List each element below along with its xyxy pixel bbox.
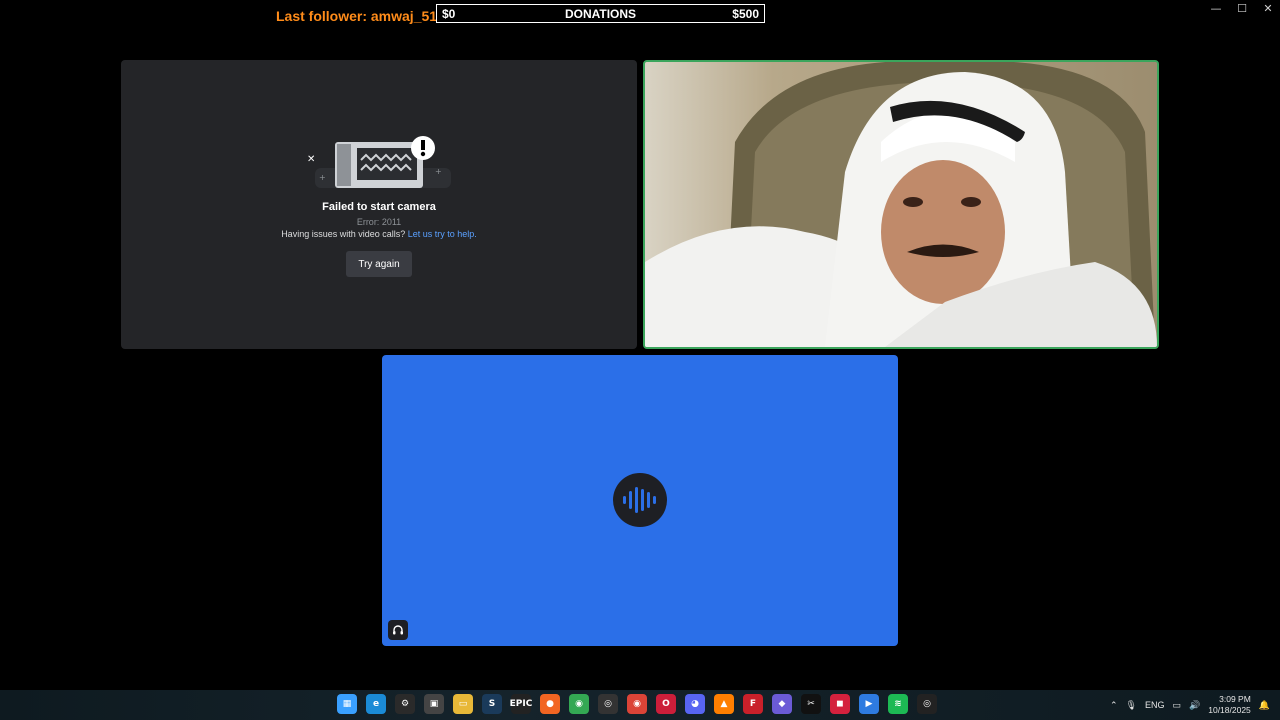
store-icon[interactable]: ▣: [424, 694, 444, 714]
close-button[interactable]: ✕: [1262, 2, 1274, 15]
audio-waveform-icon: [613, 473, 667, 527]
system-tray: ⌃ 🎙 ENG ▭ 🔊 3:09 PM 10/18/2025 🔔: [1110, 690, 1270, 720]
network-icon[interactable]: ▭: [1173, 700, 1182, 711]
donations-goal: $500: [732, 6, 759, 21]
window-controls: — ☐ ✕: [1210, 2, 1274, 15]
camera-error-title: Failed to start camera: [322, 201, 436, 213]
explorer-icon[interactable]: ▭: [453, 694, 473, 714]
clock-time: 3:09 PM: [1219, 694, 1251, 704]
donations-min: $0: [442, 6, 456, 21]
svg-text:+: +: [435, 167, 442, 176]
taskbar-apps: ▦ e ⚙ ▣ ▭ S EPIC ● ◉ ◎ ◉ O ◕ ▲ F ◆ ✂ ◼ ▶ ≋ ◎: [337, 694, 937, 714]
spotify-icon[interactable]: ≋: [888, 694, 908, 714]
minimize-button[interactable]: —: [1210, 2, 1222, 15]
camera-help-text: Having issues with video calls? Let us t…: [121, 229, 637, 239]
last-follower-text: Last follower: amwaj_511: [276, 8, 445, 24]
epic-icon[interactable]: EPIC: [510, 694, 532, 714]
maximize-button[interactable]: ☐: [1236, 2, 1248, 15]
camera-error-illustration: ✕ + +: [307, 136, 451, 188]
audio-participant-tile[interactable]: [382, 355, 898, 646]
donations-title: DONATIONS: [564, 6, 637, 21]
participant-video-frame: [645, 62, 1157, 347]
clock-date: 10/18/2025: [1208, 705, 1251, 715]
app-blue-icon[interactable]: ▶: [859, 694, 879, 714]
chrome-icon[interactable]: ◉: [569, 694, 589, 714]
svg-text:+: +: [319, 173, 326, 182]
edge-icon[interactable]: e: [366, 694, 386, 714]
capcut-icon[interactable]: ✂: [801, 694, 821, 714]
opera-icon[interactable]: O: [656, 694, 676, 714]
github-icon[interactable]: ◎: [598, 694, 618, 714]
taskbar: ▦ e ⚙ ▣ ▭ S EPIC ● ◉ ◎ ◉ O ◕ ▲ F ◆ ✂ ◼ ▶ ≋ ◎ ⌃ 🎙 ENG ▭ 🔊 3:0…: [0, 690, 1280, 720]
participant-video-tile[interactable]: [643, 60, 1159, 349]
microphone-icon[interactable]: 🎙: [1126, 700, 1137, 711]
app-red-icon[interactable]: ◼: [830, 694, 850, 714]
steam-icon[interactable]: S: [482, 694, 502, 714]
clock[interactable]: 3:09 PM 10/18/2025: [1208, 694, 1251, 716]
vlc-icon[interactable]: ▲: [714, 694, 734, 714]
chrome2-icon[interactable]: ◉: [627, 694, 647, 714]
linear-icon[interactable]: ◆: [772, 694, 792, 714]
filezilla-icon[interactable]: F: [743, 694, 763, 714]
settings-icon[interactable]: ⚙: [395, 694, 415, 714]
help-prompt: Having issues with video calls?: [281, 229, 406, 239]
donations-bar: $0 DONATIONS $500: [436, 4, 765, 23]
try-again-button[interactable]: Try again: [346, 251, 412, 277]
camera-error-code: Error: 2011: [356, 217, 402, 227]
camera-error-tile: ✕ + + Failed to start camera Error: 2011…: [121, 60, 637, 349]
start-icon[interactable]: ▦: [337, 694, 357, 714]
headset-icon[interactable]: [388, 620, 408, 640]
help-link[interactable]: Let us try to help.: [408, 229, 477, 239]
discord-icon[interactable]: ◕: [685, 694, 705, 714]
notification-bell-icon[interactable]: 🔔: [1259, 700, 1270, 711]
svg-text:✕: ✕: [307, 154, 315, 165]
volume-icon[interactable]: 🔊: [1189, 700, 1200, 711]
language-indicator[interactable]: ENG: [1145, 700, 1165, 710]
obs-icon[interactable]: ◎: [917, 694, 937, 714]
chevron-up-icon[interactable]: ⌃: [1110, 700, 1118, 711]
origin-icon[interactable]: ●: [540, 694, 560, 714]
